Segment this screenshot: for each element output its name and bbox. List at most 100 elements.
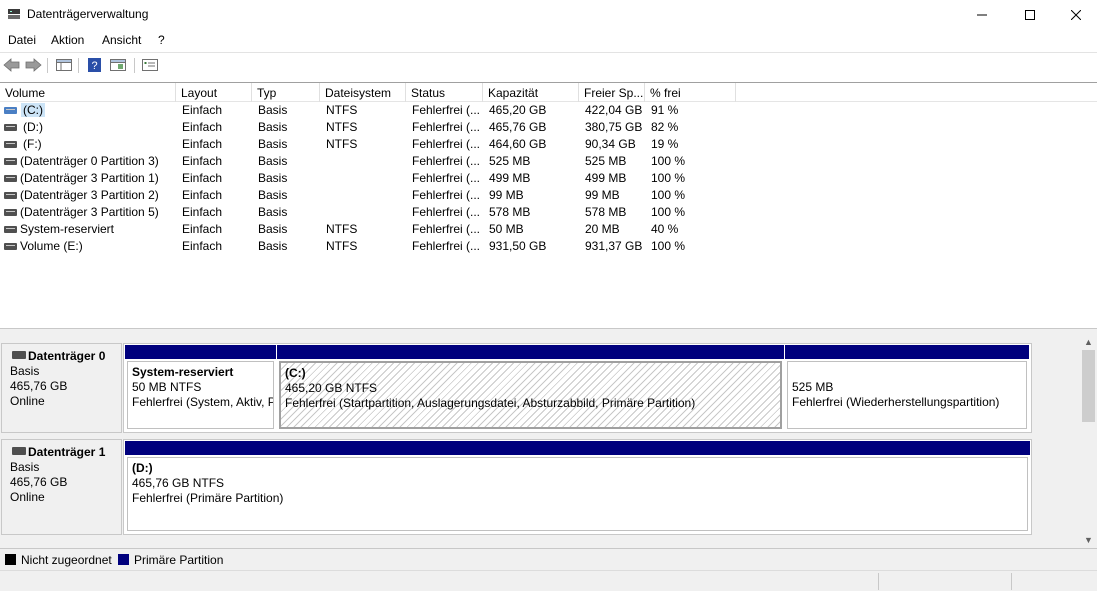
cell-prozent-frei: 100 %	[651, 205, 686, 219]
scrollbar-thumb[interactable]	[1082, 350, 1095, 422]
cell-status: Fehlerfrei (...	[412, 188, 481, 202]
list-view-icon[interactable]	[141, 57, 159, 73]
cell-dateisystem: NTFS	[326, 222, 358, 236]
legend-primary-partition: Primäre Partition	[134, 553, 224, 567]
properties-icon[interactable]	[109, 57, 127, 73]
column-header-dateisystem[interactable]: Dateisystem	[320, 83, 406, 102]
disk-icon	[12, 351, 26, 359]
table-row[interactable]: (Datenträger 3 Partition 5) Einfach Basi…	[0, 204, 1097, 221]
disk-map-scrollbar[interactable]: ▲ ▼	[1080, 334, 1097, 548]
cell-status: Fehlerfrei (...	[412, 205, 481, 219]
cell-kapazitaet: 464,60 GB	[489, 137, 547, 151]
volume-name: (D:)	[23, 120, 43, 134]
cell-status: Fehlerfrei (...	[412, 137, 481, 151]
maximize-button[interactable]	[1007, 0, 1053, 30]
cell-typ: Basis	[258, 239, 288, 253]
forward-arrow-icon[interactable]	[24, 57, 42, 73]
table-row[interactable]: System-reserviert Einfach Basis NTFS Feh…	[0, 221, 1097, 238]
volume-icon	[4, 107, 17, 114]
partition-status: Fehlerfrei (Primäre Partition)	[132, 491, 284, 505]
status-bar	[0, 570, 1097, 591]
column-header-kapazitaet[interactable]: Kapazität	[483, 83, 579, 102]
partition-d[interactable]: (D:) 465,76 GB NTFS Fehlerfrei (Primäre …	[125, 441, 1030, 533]
cell-prozent-frei: 19 %	[651, 137, 679, 151]
volume-list: Volume Layout Typ Dateisystem Status Kap…	[0, 82, 1097, 328]
partition-body: (D:) 465,76 GB NTFS Fehlerfrei (Primäre …	[127, 457, 1028, 531]
table-row[interactable]: Volume (E:) Einfach Basis NTFS Fehlerfre…	[0, 238, 1097, 255]
disk-type: Basis	[10, 364, 40, 378]
unallocated-swatch	[5, 554, 16, 565]
cell-typ: Basis	[258, 222, 288, 236]
partition-c[interactable]: (C:) 465,20 GB NTFS Fehlerfrei (Startpar…	[277, 345, 784, 431]
disk-0-label[interactable]: Datenträger 0 Basis 465,76 GB Online	[1, 343, 122, 433]
disk-1-partitions: (D:) 465,76 GB NTFS Fehlerfrei (Primäre …	[123, 439, 1032, 535]
disk-1-label[interactable]: Datenträger 1 Basis 465,76 GB Online	[1, 439, 122, 535]
disk-type: Basis	[10, 460, 40, 474]
disk-0-partitions: System-reserviert 50 MB NTFS Fehlerfrei …	[123, 343, 1032, 433]
column-header-volume[interactable]: Volume	[0, 83, 176, 102]
menu-datei[interactable]: Datei	[8, 33, 36, 47]
partition-recovery[interactable]: 525 MB Fehlerfrei (Wiederherstellungspar…	[785, 345, 1029, 431]
cell-status: Fehlerfrei (...	[412, 154, 481, 168]
disk-size: 465,76 GB	[10, 475, 68, 489]
volume-icon	[4, 141, 17, 148]
cell-typ: Basis	[258, 120, 288, 134]
cell-prozent-frei: 100 %	[651, 154, 686, 168]
cell-layout: Einfach	[182, 154, 223, 168]
cell-freier-speicher: 90,34 GB	[585, 137, 636, 151]
menu-help[interactable]: ?	[158, 33, 165, 47]
minimize-icon	[977, 14, 987, 16]
table-row[interactable]: (Datenträger 3 Partition 2) Einfach Basi…	[0, 187, 1097, 204]
cell-typ: Basis	[258, 103, 288, 117]
cell-kapazitaet: 99 MB	[489, 188, 524, 202]
table-row[interactable]: (Datenträger 3 Partition 1) Einfach Basi…	[0, 170, 1097, 187]
menu-ansicht[interactable]: Ansicht	[102, 33, 141, 47]
close-button[interactable]	[1053, 0, 1097, 30]
cell-layout: Einfach	[182, 137, 223, 151]
console-tree-icon[interactable]	[55, 57, 73, 73]
legend: Nicht zugeordnet Primäre Partition	[0, 548, 1097, 570]
scroll-down-arrow-icon[interactable]: ▼	[1080, 532, 1097, 548]
table-row[interactable]: (F:) Einfach Basis NTFS Fehlerfrei (... …	[0, 136, 1097, 153]
partition-bar	[125, 441, 1030, 455]
cell-typ: Basis	[258, 188, 288, 202]
cell-layout: Einfach	[182, 239, 223, 253]
volume-name: (F:)	[23, 137, 42, 151]
partition-size: 50 MB NTFS	[132, 380, 202, 394]
column-header-typ[interactable]: Typ	[252, 83, 320, 102]
partition-name: System-reserviert	[132, 365, 234, 379]
partition-bar	[785, 345, 1029, 359]
column-header-freier-speicher[interactable]: Freier Sp...	[579, 83, 645, 102]
cell-layout: Einfach	[182, 120, 223, 134]
partition-size: 465,76 GB NTFS	[132, 476, 225, 490]
partition-body: 525 MB Fehlerfrei (Wiederherstellungspar…	[787, 361, 1027, 429]
cell-freier-speicher: 578 MB	[585, 205, 627, 219]
disk-management-icon	[8, 9, 20, 19]
volume-icon	[4, 209, 17, 216]
help-icon[interactable]: ?	[86, 57, 104, 73]
table-row[interactable]: (D:) Einfach Basis NTFS Fehlerfrei (... …	[0, 119, 1097, 136]
column-header-status[interactable]: Status	[406, 83, 483, 102]
cell-prozent-frei: 100 %	[651, 188, 686, 202]
cell-prozent-frei: 100 %	[651, 239, 686, 253]
minimize-button[interactable]	[959, 0, 1005, 30]
partition-name	[792, 365, 1022, 380]
column-header-layout[interactable]: Layout	[176, 83, 252, 102]
disk-state: Online	[10, 490, 45, 504]
partition-status: Fehlerfrei (Startpartition, Auslagerungs…	[285, 396, 696, 410]
column-header-prozent-frei[interactable]: % frei	[645, 83, 736, 102]
menu-aktion[interactable]: Aktion	[51, 33, 84, 47]
cell-freier-speicher: 931,37 GB	[585, 239, 643, 253]
table-row[interactable]: (Datenträger 0 Partition 3) Einfach Basi…	[0, 153, 1097, 170]
scroll-up-arrow-icon[interactable]: ▲	[1080, 334, 1097, 350]
cell-status: Fehlerfrei (...	[412, 222, 481, 236]
partition-system-reserved[interactable]: System-reserviert 50 MB NTFS Fehlerfrei …	[125, 345, 276, 431]
volume-name: (Datenträger 3 Partition 1)	[20, 171, 159, 185]
table-row[interactable]: (C:) Einfach Basis NTFS Fehlerfrei (... …	[0, 102, 1097, 119]
cell-kapazitaet: 499 MB	[489, 171, 531, 185]
cell-freier-speicher: 380,75 GB	[585, 120, 643, 134]
back-arrow-icon[interactable]	[3, 57, 21, 73]
cell-layout: Einfach	[182, 222, 223, 236]
volume-icon	[4, 124, 17, 131]
toolbar: ?	[0, 52, 1097, 78]
